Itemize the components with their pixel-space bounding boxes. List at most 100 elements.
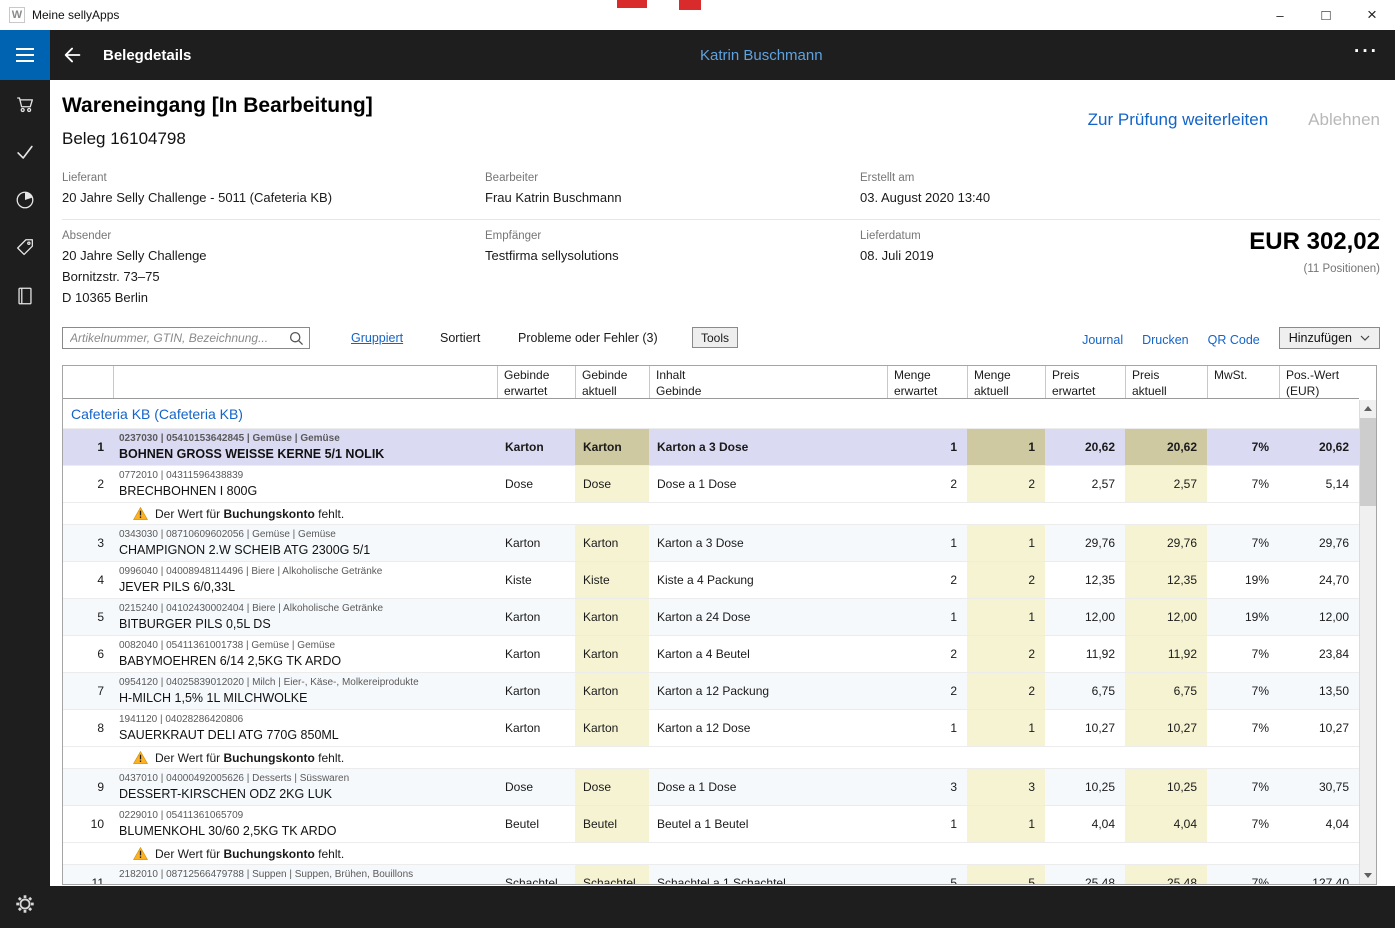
positions-count: (11 Positionen) <box>1249 263 1380 275</box>
table-row[interactable]: 9 0437010 | 04000492005626 | Desserts | … <box>63 769 1359 806</box>
col-mwst[interactable]: MwSt. <box>1207 366 1279 398</box>
add-button-label: Hinzufügen <box>1289 331 1352 345</box>
col-article <box>113 366 497 398</box>
gebinde-aktuell-cell[interactable]: Schachtel <box>575 865 649 884</box>
gebinde-aktuell-cell[interactable]: Karton <box>575 525 649 561</box>
table-body: Cafeteria KB (Cafeteria KB) 1 0237030 | … <box>63 400 1359 884</box>
sidebar-item-settings[interactable] <box>0 880 50 928</box>
col-preis-erwartet[interactable]: Preis erwartet <box>1045 366 1125 398</box>
preis-aktuell-cell[interactable]: 6,75 <box>1125 673 1207 709</box>
problems-errors-link[interactable]: Probleme oder Fehler (3) <box>518 331 658 345</box>
table-row[interactable]: 8 1941120 | 04028286420806 SAUERKRAUT DE… <box>63 710 1359 747</box>
preis-aktuell-cell[interactable]: 2,57 <box>1125 466 1207 502</box>
tools-button[interactable]: Tools <box>692 327 738 348</box>
scrollbar-thumb[interactable] <box>1360 418 1376 506</box>
hamburger-menu-icon[interactable] <box>0 30 50 80</box>
gebinde-aktuell-cell[interactable]: Kiste <box>575 562 649 598</box>
add-dropdown-button[interactable]: Hinzufügen <box>1279 327 1380 349</box>
preis-aktuell-cell[interactable]: 10,27 <box>1125 710 1207 746</box>
table-row[interactable]: 2 0772010 | 04311596438839 BRECHBOHNEN I… <box>63 466 1359 503</box>
preis-aktuell-cell[interactable]: 25,48 <box>1125 865 1207 884</box>
close-button[interactable]: × <box>1349 0 1395 30</box>
preis-aktuell-cell[interactable]: 12,35 <box>1125 562 1207 598</box>
grouped-link[interactable]: Gruppiert <box>351 331 403 345</box>
table-row[interactable]: 6 0082040 | 05411361001738 | Gemüse | Ge… <box>63 636 1359 673</box>
menge-aktuell-cell[interactable]: 2 <box>967 673 1045 709</box>
lieferant-label: Lieferant <box>62 172 332 184</box>
gebinde-aktuell-cell[interactable]: Karton <box>575 636 649 672</box>
gebinde-aktuell-cell[interactable]: Dose <box>575 769 649 805</box>
mwst-cell: 7% <box>1207 769 1279 805</box>
sidebar-item-journal[interactable] <box>0 272 50 320</box>
sidebar-item-tasks[interactable] <box>0 128 50 176</box>
menge-aktuell-cell[interactable]: 1 <box>967 599 1045 635</box>
reject-link[interactable]: Ablehnen <box>1308 110 1380 130</box>
mwst-cell: 7% <box>1207 865 1279 884</box>
menge-aktuell-cell[interactable]: 5 <box>967 865 1045 884</box>
table-row[interactable]: 4 0996040 | 04008948114496 | Biere | Alk… <box>63 562 1359 599</box>
menge-aktuell-cell[interactable]: 2 <box>967 466 1045 502</box>
more-options-icon[interactable]: ··· <box>1354 41 1379 63</box>
table-row[interactable]: 1 0237030 | 05410153642845 | Gemüse | Ge… <box>63 429 1359 466</box>
sidebar-item-statistics[interactable] <box>0 176 50 224</box>
back-button[interactable] <box>61 43 85 67</box>
print-link[interactable]: Drucken <box>1142 330 1189 347</box>
table-row[interactable]: 7 0954120 | 04025839012020 | Milch | Eie… <box>63 673 1359 710</box>
bottom-bar <box>50 886 1395 928</box>
search-icon[interactable] <box>289 331 304 351</box>
journal-link[interactable]: Journal <box>1082 330 1123 347</box>
menge-aktuell-cell[interactable]: 3 <box>967 769 1045 805</box>
preis-aktuell-cell[interactable]: 20,62 <box>1125 429 1207 465</box>
maximize-button[interactable]: □ <box>1303 0 1349 30</box>
mwst-cell: 19% <box>1207 599 1279 635</box>
group-header[interactable]: Cafeteria KB (Cafeteria KB) <box>63 400 1359 429</box>
qr-code-link[interactable]: QR Code <box>1208 330 1260 347</box>
col-pos-wert[interactable]: Pos.-Wert (EUR) <box>1279 366 1359 398</box>
forward-for-review-link[interactable]: Zur Prüfung weiterleiten <box>1088 110 1268 130</box>
menge-erwartet-cell: 5 <box>887 865 967 884</box>
gebinde-erwartet-cell: Beutel <box>497 806 575 842</box>
col-preis-aktuell[interactable]: Preis aktuell <box>1125 366 1207 398</box>
col-gebinde-aktuell[interactable]: Gebinde aktuell <box>575 366 649 398</box>
table-row[interactable]: 10 0229010 | 05411361065709 BLUMENKOHL 3… <box>63 806 1359 843</box>
menge-aktuell-cell[interactable]: 1 <box>967 429 1045 465</box>
col-inhalt-gebinde[interactable]: Inhalt Gebinde <box>649 366 887 398</box>
gebinde-aktuell-cell[interactable]: Karton <box>575 599 649 635</box>
gebinde-aktuell-cell[interactable]: Dose <box>575 466 649 502</box>
preis-aktuell-cell[interactable]: 12,00 <box>1125 599 1207 635</box>
menge-erwartet-cell: 1 <box>887 806 967 842</box>
table-row[interactable]: 5 0215240 | 04102430002404 | Biere | Alk… <box>63 599 1359 636</box>
vertical-scrollbar[interactable] <box>1359 400 1376 884</box>
sorted-link[interactable]: Sortiert <box>440 331 480 345</box>
menge-aktuell-cell[interactable]: 2 <box>967 636 1045 672</box>
mwst-cell: 19% <box>1207 562 1279 598</box>
preis-aktuell-cell[interactable]: 4,04 <box>1125 806 1207 842</box>
minimize-button[interactable]: – <box>1257 0 1303 30</box>
row-number: 2 <box>63 466 113 502</box>
table-row[interactable]: 11 2182010 | 08712566479788 | Suppen | S… <box>63 865 1359 884</box>
menge-aktuell-cell[interactable]: 2 <box>967 562 1045 598</box>
gebinde-aktuell-cell[interactable]: Karton <box>575 673 649 709</box>
menge-aktuell-cell[interactable]: 1 <box>967 710 1045 746</box>
preis-aktuell-cell[interactable]: 11,92 <box>1125 636 1207 672</box>
gebinde-aktuell-cell[interactable]: Karton <box>575 429 649 465</box>
user-name[interactable]: Katrin Buschmann <box>700 47 823 64</box>
menge-aktuell-cell[interactable]: 1 <box>967 525 1045 561</box>
preis-aktuell-cell[interactable]: 10,25 <box>1125 769 1207 805</box>
search-input[interactable] <box>63 328 309 348</box>
pos-wert-cell: 12,00 <box>1279 599 1359 635</box>
erstellt-am-value: 03. August 2020 13:40 <box>860 190 990 205</box>
sidebar-item-cart[interactable] <box>0 80 50 128</box>
col-menge-erwartet[interactable]: Menge erwartet <box>887 366 967 398</box>
preis-aktuell-cell[interactable]: 29,76 <box>1125 525 1207 561</box>
scroll-up-button[interactable] <box>1360 400 1376 417</box>
table-row[interactable]: 3 0343030 | 08710609602056 | Gemüse | Ge… <box>63 525 1359 562</box>
gebinde-aktuell-cell[interactable]: Beutel <box>575 806 649 842</box>
menge-aktuell-cell[interactable]: 1 <box>967 806 1045 842</box>
preis-erwartet-cell: 12,00 <box>1045 599 1125 635</box>
gebinde-aktuell-cell[interactable]: Karton <box>575 710 649 746</box>
col-menge-aktuell[interactable]: Menge aktuell <box>967 366 1045 398</box>
scroll-down-button[interactable] <box>1360 867 1376 884</box>
col-gebinde-erwartet[interactable]: Gebinde erwartet <box>497 366 575 398</box>
sidebar-item-prices[interactable] <box>0 224 50 272</box>
